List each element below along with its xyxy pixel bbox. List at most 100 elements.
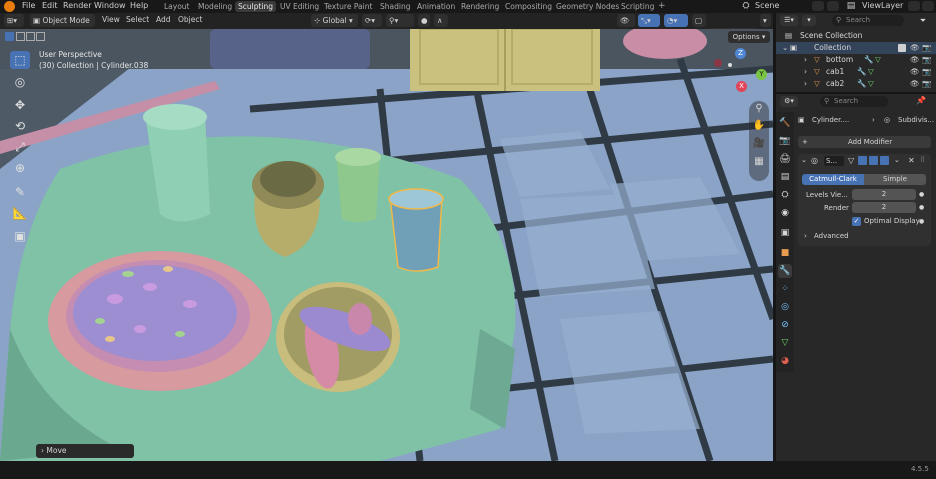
- select-box-tool-icon[interactable]: ⬚: [10, 51, 30, 69]
- menu-edit[interactable]: Edit: [42, 1, 58, 10]
- properties-search-input[interactable]: ⚲ Search: [820, 96, 888, 107]
- outliner-editor-type[interactable]: ☰▾: [780, 15, 798, 26]
- tab-modeling[interactable]: Modeling: [195, 1, 235, 12]
- add-workspace-button[interactable]: +: [655, 1, 669, 12]
- select-extend-icon[interactable]: [16, 32, 25, 41]
- select-subtract-icon[interactable]: [26, 32, 35, 41]
- constraints-tab-icon[interactable]: ⊘: [778, 318, 792, 332]
- render-camera-icon[interactable]: 📷: [922, 54, 931, 66]
- viewport-toggle-icon[interactable]: [869, 156, 878, 165]
- output-tab-icon[interactable]: 🖨: [778, 152, 792, 166]
- object-tab-icon[interactable]: ■: [778, 246, 792, 260]
- snap-dropdown[interactable]: ⚲▾: [386, 14, 414, 27]
- menu-select[interactable]: Select: [126, 15, 149, 24]
- expand-arrow-icon[interactable]: ⌄: [782, 42, 788, 54]
- expand-arrow-icon[interactable]: ›: [804, 66, 807, 78]
- tab-layout[interactable]: Layout: [161, 1, 193, 12]
- modifier-menu-chevron-icon[interactable]: ⌄: [894, 156, 900, 164]
- new-scene-button[interactable]: [812, 1, 824, 11]
- simple-button[interactable]: Simple: [864, 174, 926, 185]
- navigation-gizmo[interactable]: Z Y X: [712, 41, 772, 97]
- annotate-tool-icon[interactable]: ✎: [10, 183, 30, 201]
- scale-tool-icon[interactable]: ⤢: [10, 138, 30, 156]
- gizmo-y-axis[interactable]: Y: [756, 69, 767, 80]
- visibility-dropdown[interactable]: 👁: [617, 14, 635, 27]
- levels-viewport-field[interactable]: 2: [852, 189, 916, 200]
- proportional-falloff-dropdown[interactable]: ∧: [434, 14, 448, 27]
- gizmo-neg-x-axis[interactable]: [714, 59, 722, 67]
- menu-add[interactable]: Add: [156, 15, 171, 24]
- orientation-dropdown[interactable]: ⊹ Global ▾: [311, 14, 358, 27]
- pivot-dropdown[interactable]: ⟳▾: [362, 14, 382, 27]
- world-tab-icon[interactable]: ◉: [778, 206, 792, 220]
- advanced-subpanel-header[interactable]: › Advanced: [798, 230, 931, 242]
- mode-dropdown[interactable]: ▣ Object Mode ▾: [30, 14, 95, 38]
- xray-toggle[interactable]: ▢: [692, 14, 706, 27]
- 3d-viewport[interactable]: User Perspective (30) Collection | Cylin…: [0, 29, 773, 461]
- delete-scene-button[interactable]: [827, 1, 839, 11]
- tab-uv-editing[interactable]: UV Editing: [277, 1, 322, 12]
- collapse-arrow-icon[interactable]: ⌄: [801, 156, 807, 164]
- add-modifier-button[interactable]: + Add Modifier: [798, 136, 931, 148]
- menu-file[interactable]: File: [22, 1, 35, 10]
- physics-tab-icon[interactable]: ◎: [778, 300, 792, 314]
- render-camera-icon[interactable]: 📷: [922, 66, 931, 78]
- edit-mode-toggle-icon[interactable]: ▽: [848, 156, 854, 165]
- outliner-item-bottom[interactable]: › ▽ bottom 🔧 ▽ 👁 📷: [776, 54, 936, 66]
- overlay-toggle[interactable]: ◔▾: [664, 14, 688, 27]
- tab-texture-paint[interactable]: Texture Paint: [321, 1, 375, 12]
- collection-checkbox[interactable]: [898, 44, 906, 52]
- pan-hand-icon[interactable]: ✋: [752, 120, 766, 134]
- view-layer-icon[interactable]: ▤: [845, 0, 857, 12]
- tab-scripting[interactable]: Scripting: [618, 1, 657, 12]
- cursor-tool-icon[interactable]: ◎: [10, 73, 30, 91]
- close-icon[interactable]: ✕: [908, 156, 915, 165]
- outliner-scene-collection[interactable]: ▤ Scene Collection: [776, 30, 936, 42]
- display-mode-dropdown[interactable]: ▾: [802, 15, 816, 26]
- outliner-collection-row[interactable]: ⌄ ▣ Collection 👁 📷: [776, 42, 936, 54]
- material-tab-icon[interactable]: ◕: [778, 354, 792, 368]
- editor-type-button[interactable]: ⊞▾: [4, 14, 24, 27]
- blender-logo-icon[interactable]: [4, 1, 15, 12]
- tab-animation[interactable]: Animation: [414, 1, 458, 12]
- visibility-eye-icon[interactable]: 👁: [910, 78, 920, 90]
- gizmo-z-axis[interactable]: Z: [735, 48, 746, 59]
- select-intersect-icon[interactable]: [36, 32, 45, 41]
- delete-view-layer-button[interactable]: [922, 1, 934, 11]
- visibility-eye-icon[interactable]: 👁: [910, 66, 920, 78]
- proportional-edit-toggle[interactable]: ●: [418, 14, 430, 27]
- shading-options-dropdown[interactable]: ▾: [760, 14, 771, 27]
- gizmo-toggle[interactable]: ⤡▾: [638, 14, 660, 27]
- outliner-search-input[interactable]: ⚲ Search: [832, 15, 904, 26]
- keyframe-dot-icon[interactable]: ●: [919, 218, 924, 225]
- particles-tab-icon[interactable]: ⁘: [778, 282, 792, 296]
- outliner-item-cab2[interactable]: › ▽ cab2 🔧 ▽ 👁 📷: [776, 78, 936, 90]
- render-camera-icon[interactable]: 📷: [922, 78, 931, 90]
- drag-handle-icon[interactable]: ⠿: [920, 156, 925, 164]
- render-tab-icon[interactable]: 📷: [778, 134, 792, 148]
- outliner-item-cab1[interactable]: › ▽ cab1 🔧 ▽ 👁 📷: [776, 66, 936, 78]
- menu-object[interactable]: Object: [178, 15, 202, 24]
- keyframe-dot-icon[interactable]: ●: [919, 191, 924, 198]
- add-cube-tool-icon[interactable]: ▣: [10, 227, 30, 245]
- tab-compositing[interactable]: Compositing: [502, 1, 555, 12]
- cage-toggle-icon[interactable]: [858, 156, 867, 165]
- modifier-tab-icon[interactable]: 🔧: [778, 264, 792, 278]
- view-layer-tab-icon[interactable]: ▤: [778, 170, 792, 184]
- properties-editor-type[interactable]: ⚙▾: [780, 96, 798, 107]
- scene-tab-icon[interactable]: ⛭: [778, 188, 792, 202]
- render-levels-field[interactable]: 2: [852, 202, 916, 213]
- pin-icon[interactable]: 📌: [916, 96, 930, 107]
- camera-view-icon[interactable]: 🎥: [752, 138, 766, 152]
- tool-tab-icon[interactable]: 🔨: [778, 116, 792, 130]
- filter-icon[interactable]: ⏷: [914, 15, 932, 26]
- menu-window[interactable]: Window: [94, 1, 126, 10]
- expand-arrow-icon[interactable]: ›: [804, 54, 807, 66]
- expand-arrow-icon[interactable]: ›: [804, 78, 807, 90]
- visibility-eye-icon[interactable]: 👁: [910, 42, 920, 54]
- perspective-toggle-icon[interactable]: ▦: [752, 156, 766, 170]
- tab-shading[interactable]: Shading: [377, 1, 413, 12]
- gizmo-x-axis[interactable]: X: [736, 81, 747, 92]
- optimal-display-checkbox[interactable]: ✓: [852, 217, 861, 226]
- menu-view[interactable]: View: [102, 15, 120, 24]
